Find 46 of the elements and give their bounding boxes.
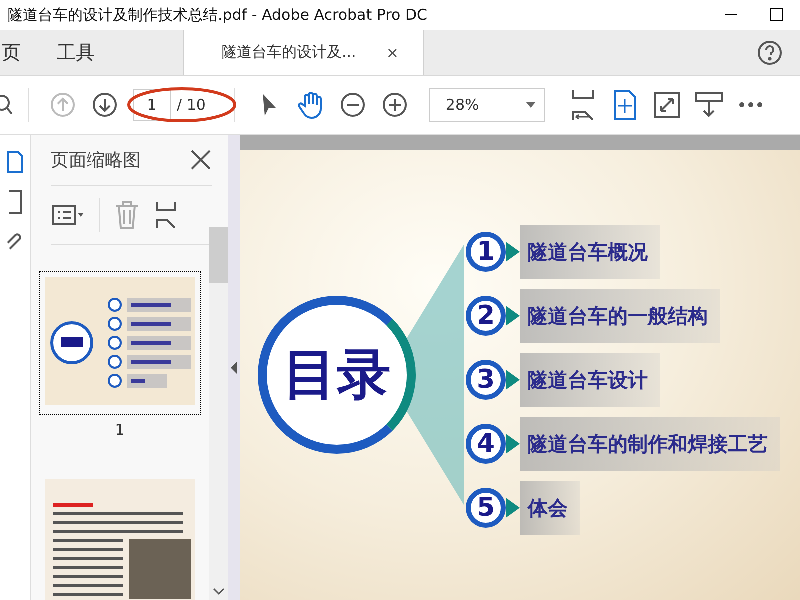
agenda-item: 隧道台车设计 xyxy=(520,353,660,407)
scrollbar-thumb[interactable] xyxy=(209,227,228,283)
hand-icon[interactable] xyxy=(296,90,325,120)
number-circle: 5 xyxy=(466,488,506,528)
page-number-label: 1 xyxy=(115,421,125,439)
search-icon[interactable] xyxy=(0,93,14,117)
nav-tab[interactable]: 工具 xyxy=(39,30,113,75)
pointer-triangle-icon xyxy=(506,306,520,326)
pointer-triangle-icon xyxy=(506,498,520,518)
number-circle: 4 xyxy=(466,424,506,464)
page-thumbnail[interactable] xyxy=(39,271,201,415)
maximize-icon[interactable] xyxy=(770,8,784,22)
zoom-dropdown[interactable]: 28% xyxy=(428,88,545,122)
window-title: 隧道台车的设计及制作技术总结.pdf - Adobe Acrobat Pro DC xyxy=(8,6,428,24)
caret-icon xyxy=(526,102,536,108)
number-circle: 3 xyxy=(466,360,506,400)
close-icon[interactable] xyxy=(190,149,212,171)
zoom-out-icon[interactable] xyxy=(340,92,366,118)
tab-label: 隧道台车的设计及... xyxy=(222,43,356,62)
split-page-icon[interactable] xyxy=(154,200,178,230)
agenda-item: 隧道台车的制作和焊接工艺 xyxy=(520,417,780,471)
pointer-triangle-icon xyxy=(506,434,520,454)
collapse-arrow-icon[interactable] xyxy=(231,362,237,374)
pages-icon[interactable] xyxy=(6,149,24,175)
close-tab-button[interactable]: × xyxy=(386,44,399,62)
number-circle: 1 xyxy=(466,232,506,272)
fit-page-icon[interactable] xyxy=(570,88,596,122)
download-icon[interactable] xyxy=(694,90,724,120)
pointer-triangle-icon xyxy=(506,370,520,390)
agenda-item: 隧道台车的一般结构 xyxy=(520,289,720,343)
agenda-item: 隧道台车概况 xyxy=(520,225,660,279)
list-options-icon[interactable] xyxy=(51,203,85,227)
page-number-field[interactable]: 1 xyxy=(133,89,171,121)
page-total: / 10 xyxy=(177,96,206,114)
full-screen-icon[interactable] xyxy=(652,91,681,119)
zoom-in-icon[interactable] xyxy=(382,92,408,118)
nav-tab[interactable]: 页 xyxy=(0,30,39,75)
panel-title: 页面缩略图 xyxy=(51,149,141,172)
scroll-down-icon[interactable] xyxy=(212,588,224,596)
more-icon[interactable] xyxy=(738,102,763,108)
document-tab[interactable]: 隧道台车的设计及... × xyxy=(183,30,424,75)
agenda-item: 体会 xyxy=(520,481,580,535)
pointer-triangle-icon xyxy=(506,242,520,262)
slide-title: 目录 xyxy=(258,296,416,454)
number-circle: 2 xyxy=(466,296,506,336)
help-icon[interactable] xyxy=(757,40,783,66)
